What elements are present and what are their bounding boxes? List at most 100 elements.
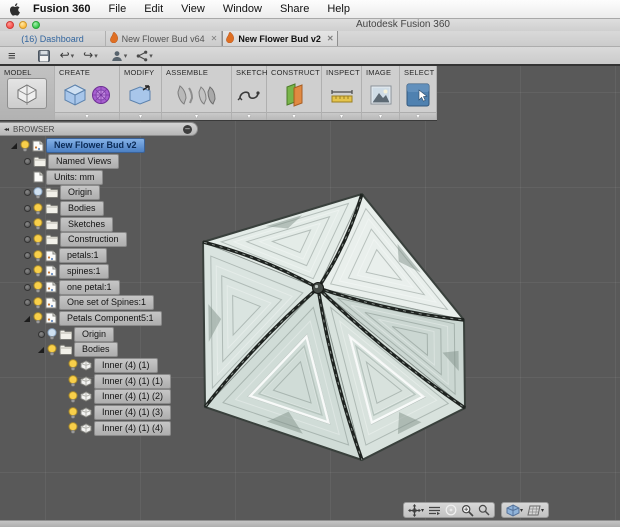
orbit-button[interactable] xyxy=(445,504,457,516)
assemble-asbuilt-joint-icon[interactable] xyxy=(197,84,218,106)
tree-row[interactable]: Bodies xyxy=(0,201,230,217)
menu-item-share[interactable]: Share xyxy=(271,0,318,18)
tree-item-label[interactable]: Inner (4) (1) (2) xyxy=(94,389,172,405)
menu-item-file[interactable]: File xyxy=(99,0,135,18)
visibility-bulb-icon[interactable] xyxy=(33,234,43,246)
tree-item-label[interactable]: Inner (4) (1) xyxy=(94,357,158,373)
tree-row[interactable]: Construction xyxy=(0,232,230,248)
ribbon-dropdown-strip[interactable]: ▾ xyxy=(322,112,361,120)
tree-item-label[interactable]: Origin xyxy=(60,185,101,201)
tree-row[interactable]: petals:1 xyxy=(0,248,230,264)
ribbon-dropdown-strip[interactable]: ▾ xyxy=(162,112,231,120)
redo-button[interactable]: ↪ ▾ xyxy=(83,47,99,64)
look-at-button[interactable] xyxy=(428,505,441,516)
chevron-down-icon[interactable]: ▾ xyxy=(421,507,424,514)
visibility-bulb-icon[interactable] xyxy=(47,328,57,340)
tree-row[interactable]: one petal:1 xyxy=(0,279,230,295)
visibility-bulb-icon[interactable] xyxy=(33,281,43,293)
tree-item-label[interactable]: New Flower Bud v2 xyxy=(46,138,145,154)
collapsed-arrow-icon[interactable] xyxy=(23,205,31,213)
tree-row[interactable]: Sketches xyxy=(0,216,230,232)
visibility-bulb-icon[interactable] xyxy=(33,312,43,324)
visibility-bulb-icon[interactable] xyxy=(33,202,43,215)
collapsed-arrow-icon[interactable] xyxy=(23,267,31,275)
chevron-down-icon[interactable]: ▾ xyxy=(94,49,98,64)
tree-row[interactable]: ◢ Bodies xyxy=(0,342,230,358)
close-window-button[interactable] xyxy=(6,21,14,29)
tree-row[interactable]: Inner (4) (1) (4) xyxy=(0,420,230,436)
chevron-down-icon[interactable]: ▾ xyxy=(71,49,75,64)
menu-app-name[interactable]: Fusion 360 xyxy=(33,0,99,18)
visibility-bulb-icon[interactable] xyxy=(68,422,78,434)
tree-item-label[interactable]: Bodies xyxy=(74,342,118,358)
assemble-joint-icon[interactable] xyxy=(176,84,194,106)
minimize-window-button[interactable] xyxy=(19,21,27,29)
tree-row[interactable]: ◢ New Flower Bud v2 xyxy=(0,138,230,154)
ribbon-dropdown-strip[interactable]: ▾ xyxy=(267,112,321,120)
ribbon-dropdown-strip[interactable]: ▾ xyxy=(120,112,161,120)
tree-row[interactable]: Inner (4) (1) (1) xyxy=(0,373,230,389)
collapsed-arrow-icon[interactable] xyxy=(23,283,31,291)
tree-item-label[interactable]: Inner (4) (1) (3) xyxy=(94,405,172,421)
collapsed-arrow-icon[interactable] xyxy=(23,299,31,307)
workspace-switcher-button[interactable] xyxy=(7,78,47,109)
visibility-bulb-icon[interactable] xyxy=(33,187,43,199)
a360-button[interactable]: ▾ xyxy=(111,47,129,64)
create-form-icon[interactable] xyxy=(91,85,111,105)
tree-item-label[interactable]: Named Views xyxy=(48,154,120,170)
tree-item-label[interactable]: Construction xyxy=(60,232,127,248)
expand-arrow-icon[interactable]: ◢ xyxy=(11,141,17,150)
panel-toggle-button[interactable]: ≡ xyxy=(8,48,16,63)
tree-item-label[interactable]: Petals Component5:1 xyxy=(59,310,162,326)
sketch-spline-icon[interactable] xyxy=(237,86,261,104)
visibility-bulb-icon[interactable] xyxy=(68,390,78,403)
visibility-bulb-icon[interactable] xyxy=(20,139,30,152)
collapsed-arrow-icon[interactable] xyxy=(37,330,45,338)
tree-item-label[interactable]: Units: mm xyxy=(46,169,103,185)
create-box-icon[interactable] xyxy=(63,83,87,107)
attach-canvas-icon[interactable] xyxy=(370,85,392,105)
share-button[interactable]: ▾ xyxy=(136,47,154,64)
ribbon-dropdown-strip[interactable]: ▾ xyxy=(232,112,266,120)
expand-arrow-icon[interactable]: ◢ xyxy=(24,314,30,323)
tab-dashboard[interactable]: (16) Dashboard xyxy=(0,31,106,46)
ribbon-dropdown-strip[interactable]: ▾ xyxy=(55,112,119,120)
visibility-bulb-icon[interactable] xyxy=(33,296,43,309)
chevron-down-icon[interactable]: ▾ xyxy=(149,49,153,64)
tree-row[interactable]: Inner (4) (1) (3) xyxy=(0,405,230,421)
tree-row[interactable]: Inner (4) (1) (2) xyxy=(0,389,230,405)
undo-button[interactable]: ↩ ▾ xyxy=(60,47,76,64)
visibility-bulb-icon[interactable] xyxy=(68,406,78,419)
tree-item-label[interactable]: petals:1 xyxy=(59,248,107,264)
browser-collapse-icon[interactable]: ◂◂ xyxy=(4,126,9,133)
tree-row[interactable]: ◢ Petals Component5:1 xyxy=(0,310,230,327)
tree-item-label[interactable]: Origin xyxy=(74,326,115,342)
chevron-down-icon[interactable]: ▾ xyxy=(541,507,544,514)
zoom-button[interactable] xyxy=(478,504,490,516)
display-settings-button[interactable]: ▾ xyxy=(506,503,523,517)
tree-item-label[interactable]: spines:1 xyxy=(59,263,109,279)
menu-item-view[interactable]: View xyxy=(172,0,214,18)
tab-close-icon[interactable]: ✕ xyxy=(327,34,334,43)
titlebar[interactable]: Autodesk Fusion 360 xyxy=(0,19,620,31)
tree-row[interactable]: Units: mm xyxy=(0,169,230,185)
tree-item-label[interactable]: Inner (4) (1) (4) xyxy=(94,420,172,436)
tree-row[interactable]: One set of Spines:1 xyxy=(0,295,230,311)
menu-item-window[interactable]: Window xyxy=(214,0,271,18)
tree-row[interactable]: Origin xyxy=(0,185,230,201)
visibility-bulb-icon[interactable] xyxy=(68,375,78,387)
visibility-bulb-icon[interactable] xyxy=(68,359,78,371)
grid-settings-button[interactable]: ▾ xyxy=(527,505,544,516)
apple-menu-icon[interactable] xyxy=(10,2,21,16)
visibility-bulb-icon[interactable] xyxy=(33,249,43,262)
zoom-window-button[interactable] xyxy=(461,504,474,517)
collapsed-arrow-icon[interactable] xyxy=(23,236,31,244)
tree-row[interactable]: Named Views xyxy=(0,154,230,170)
chevron-down-icon[interactable]: ▾ xyxy=(124,49,128,64)
visibility-bulb-icon[interactable] xyxy=(33,265,43,277)
tree-item-label[interactable]: Inner (4) (1) (1) xyxy=(94,373,172,389)
tree-item-label[interactable]: one petal:1 xyxy=(59,279,120,295)
tab-document-0[interactable]: New Flower Bud v64 ✕ xyxy=(106,31,222,46)
expand-arrow-icon[interactable]: ◢ xyxy=(38,345,44,354)
collapsed-arrow-icon[interactable] xyxy=(23,158,31,166)
